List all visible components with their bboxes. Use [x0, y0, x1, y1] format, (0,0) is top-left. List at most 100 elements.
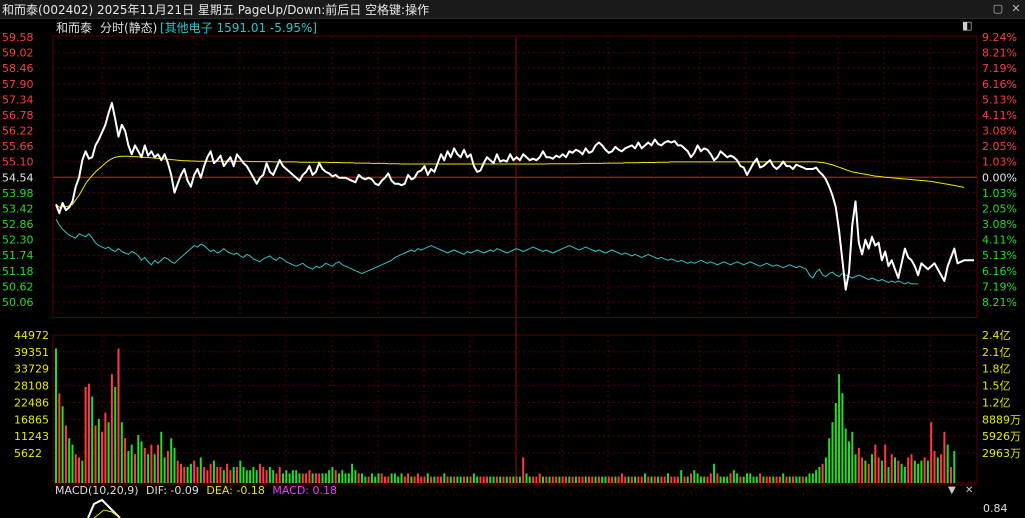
volume-bar [736, 473, 739, 483]
volume-bar [262, 467, 265, 483]
volume-bar [894, 457, 896, 483]
volume-bar [166, 451, 169, 483]
volume-bar [255, 470, 258, 483]
volume-bar [104, 412, 107, 483]
percent-tick-label: 8.21% [982, 296, 1017, 309]
volume-bar [354, 470, 357, 483]
volume-bar [176, 460, 179, 483]
volume-bar [68, 438, 71, 483]
volume-bar [466, 476, 469, 483]
volume-bar [160, 431, 163, 483]
volume-bar [742, 476, 745, 483]
volume-bar [607, 476, 610, 483]
volume-bar [653, 476, 656, 483]
volume-bar [558, 476, 561, 483]
volume-bar [561, 476, 564, 483]
volume-bar [808, 473, 811, 483]
volume-bar [903, 467, 906, 483]
volume-bar [824, 457, 827, 483]
volume-tick-label: 33729 [14, 363, 49, 376]
price-tick-label: 50.06 [2, 296, 34, 309]
price-tick-label: 56.22 [2, 125, 34, 138]
volume-bar [900, 463, 903, 483]
percent-tick-label: 6.16% [982, 78, 1017, 91]
volume-bar [212, 460, 215, 483]
volume-bar [324, 473, 327, 483]
volume-bar [410, 476, 413, 483]
volume-bar [759, 473, 762, 483]
volume-bar [811, 473, 814, 483]
volume-bar [663, 476, 666, 483]
percent-tick-label: 5.13% [982, 93, 1017, 106]
volume-bar [917, 463, 920, 483]
volume-bar [792, 476, 794, 483]
volume-bar [196, 467, 199, 483]
volume-bar [357, 473, 360, 483]
volume-bar [749, 473, 752, 483]
percent-tick-label: 9.24% [982, 31, 1017, 44]
volume-bar [81, 460, 84, 483]
volume-bar [338, 473, 340, 483]
volume-bar [321, 473, 324, 483]
volume-bar [818, 467, 821, 483]
macd-dif-line [87, 498, 121, 518]
volume-bar [295, 470, 298, 483]
volume-bar [647, 476, 650, 483]
volume-bar [571, 476, 574, 483]
volume-bar [867, 463, 870, 483]
volume-bar [147, 454, 150, 483]
volume-bar [686, 476, 689, 483]
volume-bar [393, 473, 396, 483]
volume-bar [877, 457, 880, 483]
volume-bar [78, 457, 80, 483]
macd-dif: DIF: -0.09 [146, 484, 199, 497]
volume-bar [140, 441, 143, 483]
macd-dropdown-icon[interactable]: ▼ [948, 485, 956, 496]
volume-bar [584, 476, 587, 483]
volume-bar [548, 476, 551, 483]
volume-bar [726, 476, 729, 483]
volume-bar [834, 403, 837, 483]
volume-bar [183, 467, 186, 483]
volume-bar [489, 476, 492, 483]
volume-bar [242, 467, 245, 483]
volume-bar [611, 476, 614, 483]
volume-bar [617, 476, 620, 483]
volume-bar [538, 473, 541, 483]
macd-value: MACD: 0.18 [272, 484, 337, 497]
volume-bar [364, 476, 367, 483]
volume-bar [525, 473, 528, 483]
percent-tick-label: 2.05% [982, 140, 1017, 153]
volume-tick-label: 22486 [14, 396, 49, 409]
volume-tick-label: 5622 [14, 447, 42, 460]
volume-bar [226, 463, 229, 483]
volume-bar [252, 467, 255, 483]
volume-amount-label: 2963万 [982, 447, 1021, 460]
volume-bar [946, 444, 949, 483]
volume-bar [627, 476, 630, 483]
price-tick-label: 55.66 [2, 140, 34, 153]
macd-close-icon[interactable]: ✕ [965, 485, 973, 496]
percent-tick-label: 0.00% [982, 171, 1017, 184]
volume-bar [851, 431, 854, 483]
volume-bar [795, 476, 798, 483]
volume-bar [120, 422, 123, 483]
volume-bar [219, 467, 222, 483]
volume-bar [732, 470, 735, 483]
volume-bar [532, 476, 535, 483]
volume-bar [597, 476, 600, 483]
price-tick-label: 53.42 [2, 202, 34, 215]
volume-bar [512, 476, 515, 483]
volume-bar [716, 473, 719, 483]
volume-bar [910, 454, 913, 483]
volume-bar [134, 454, 136, 483]
volume-bar [91, 396, 94, 483]
volume-bar [124, 438, 127, 483]
price-tick-label: 50.62 [2, 280, 34, 293]
volume-bar [173, 447, 176, 483]
volume-bar [887, 467, 890, 483]
volume-bar [499, 476, 502, 483]
volume-bar [535, 476, 538, 483]
volume-bar [769, 476, 771, 483]
volume-bar [291, 470, 294, 483]
